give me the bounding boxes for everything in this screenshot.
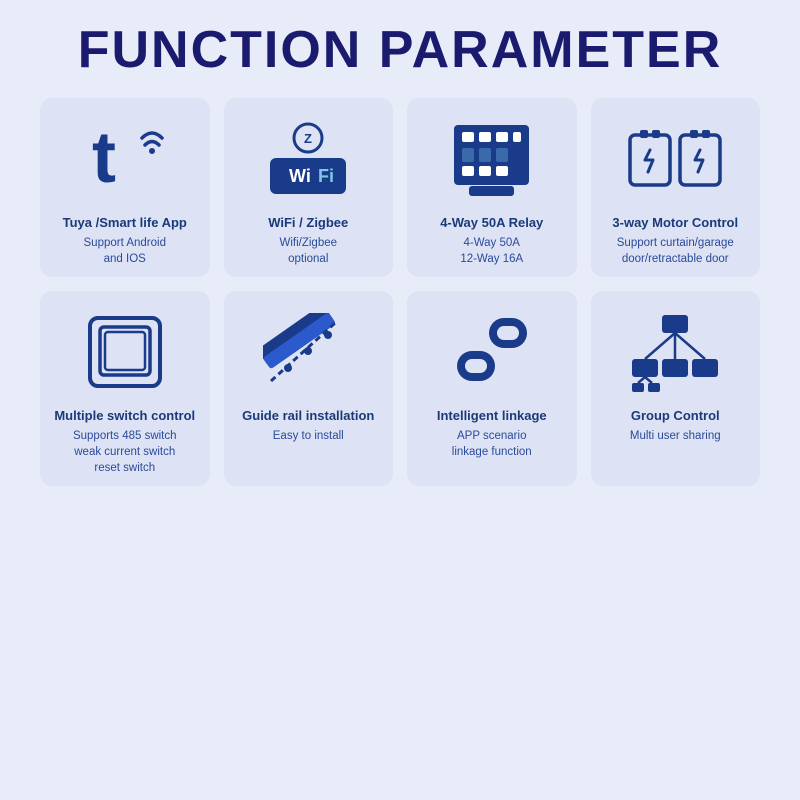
rail-title: Guide rail installation bbox=[242, 408, 374, 425]
switch-title: Multiple switch control bbox=[54, 408, 195, 425]
group-icon-box bbox=[623, 305, 728, 400]
motor-subtitle: Support curtain/garagedoor/retractable d… bbox=[617, 235, 734, 267]
linkage-icon bbox=[447, 313, 537, 393]
wifi-zigbee-icon: Z Wi Fi bbox=[258, 120, 358, 200]
rail-icon-box bbox=[256, 305, 361, 400]
wifi-subtitle: Wifi/Zigbeeoptional bbox=[279, 235, 337, 267]
linkage-title: Intelligent linkage bbox=[437, 408, 547, 425]
motor-icon bbox=[625, 120, 725, 200]
tuya-subtitle: Support Androidand IOS bbox=[84, 235, 166, 267]
card-rail: Guide rail installation Easy to install bbox=[224, 291, 394, 486]
card-group: Group Control Multi user sharing bbox=[591, 291, 761, 486]
motor-title: 3-way Motor Control bbox=[612, 215, 738, 232]
feature-grid: t Tuya /Smart life App Support Androidan… bbox=[40, 98, 760, 486]
relay-subtitle: 4-Way 50A12-Way 16A bbox=[460, 235, 523, 267]
svg-text:Fi: Fi bbox=[318, 166, 334, 186]
tuya-icon: t bbox=[80, 120, 170, 200]
group-icon bbox=[630, 313, 720, 393]
card-switch: Multiple switch control Supports 485 swi… bbox=[40, 291, 210, 486]
page: FUNCTION PARAMETER t Tuya /Smart life Ap… bbox=[0, 0, 800, 800]
tuya-icon-box: t bbox=[72, 112, 177, 207]
motor-icon-box bbox=[623, 112, 728, 207]
card-tuya: t Tuya /Smart life App Support Androidan… bbox=[40, 98, 210, 277]
svg-text:Wi: Wi bbox=[289, 166, 311, 186]
card-relay: 4-Way 50A Relay 4-Way 50A12-Way 16A bbox=[407, 98, 577, 277]
tuya-title: Tuya /Smart life App bbox=[63, 215, 187, 232]
card-linkage: Intelligent linkage APP scenariolinkage … bbox=[407, 291, 577, 486]
wifi-icon-box: Z Wi Fi bbox=[256, 112, 361, 207]
switch-icon bbox=[80, 313, 170, 393]
rail-subtitle: Easy to install bbox=[273, 428, 344, 444]
svg-text:Z: Z bbox=[304, 131, 312, 146]
rail-icon bbox=[263, 313, 353, 393]
card-wifi: Z Wi Fi WiFi / Zigbee Wifi/Zigbeeoptiona… bbox=[224, 98, 394, 277]
group-subtitle: Multi user sharing bbox=[630, 428, 721, 444]
svg-text:t: t bbox=[92, 120, 116, 198]
group-title: Group Control bbox=[631, 408, 720, 425]
relay-title: 4-Way 50A Relay bbox=[440, 215, 543, 232]
switch-subtitle: Supports 485 switchweak current switchre… bbox=[73, 428, 177, 476]
relay-icon bbox=[444, 120, 539, 200]
relay-icon-box bbox=[439, 112, 544, 207]
linkage-icon-box bbox=[439, 305, 544, 400]
card-motor: 3-way Motor Control Support curtain/gara… bbox=[591, 98, 761, 277]
linkage-subtitle: APP scenariolinkage function bbox=[452, 428, 532, 460]
switch-icon-box bbox=[72, 305, 177, 400]
wifi-title: WiFi / Zigbee bbox=[268, 215, 348, 232]
page-title: FUNCTION PARAMETER bbox=[40, 20, 760, 80]
